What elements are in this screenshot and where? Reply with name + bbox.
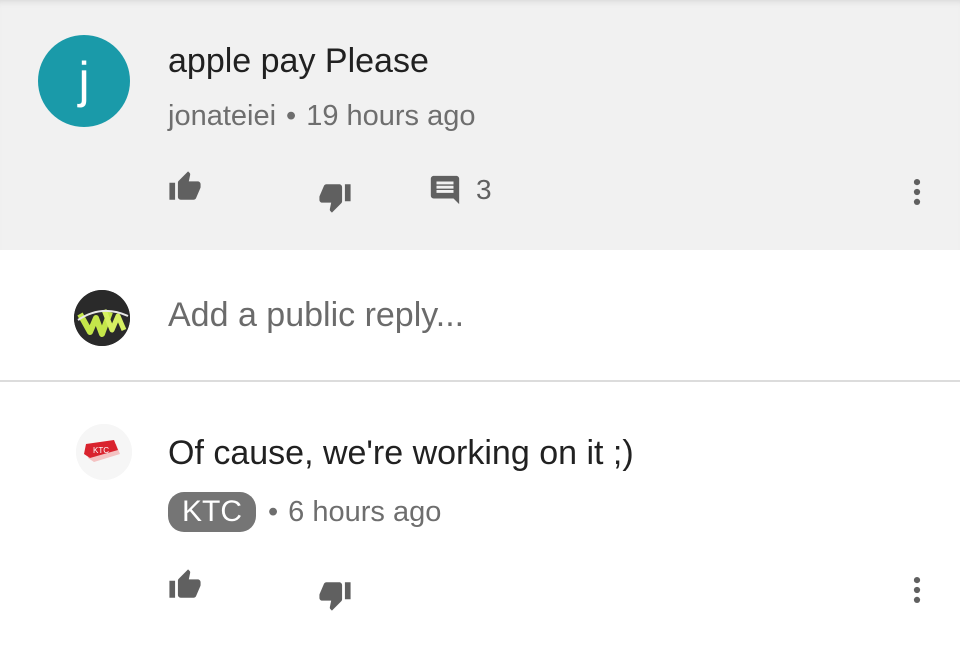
more-vert-icon [913,178,921,206]
reply-menu-button[interactable] [900,572,934,608]
reply-meta: KTC • 6 hours ago [168,492,441,532]
like-button[interactable] [166,170,204,204]
reply-input[interactable]: Add a public reply... [168,296,464,335]
reply-comment: KTC Of cause, we're working on it ;) KTC… [0,382,960,649]
avatar-letter: j [78,52,90,108]
thumbs-down-icon [319,582,351,611]
reply-time[interactable]: 6 hours ago [288,496,441,529]
reply-count: 3 [476,174,492,205]
reply-icon [430,175,460,205]
view-replies-button[interactable]: 3 [428,172,492,208]
thumbs-up-icon [169,171,201,200]
meta-separator: • [268,495,279,528]
comment-thread-root: j apple pay Please jonateiei • 19 hours ag… [0,0,960,250]
thumbs-up-icon [169,569,201,598]
reply-dislike-button[interactable] [316,578,354,612]
user-avatar-logo [74,290,130,346]
comment-text: apple pay Please [168,42,429,80]
reply-input-row: Add a public reply... [0,250,960,382]
thumbs-down-icon [319,184,351,213]
avatar [74,290,130,346]
comment-time[interactable]: 19 hours ago [306,100,475,132]
avatar[interactable]: KTC [76,424,132,480]
dislike-button[interactable] [316,180,354,214]
comment-author[interactable]: jonateiei [168,100,276,132]
reply-author-badge[interactable]: KTC [168,492,256,532]
comment-menu-button[interactable] [900,174,934,210]
more-vert-icon [913,576,921,604]
ktc-logo-text: KTC [93,446,109,455]
reply-text: Of cause, we're working on it ;) [168,434,634,472]
ktc-logo: KTC [76,424,132,480]
avatar[interactable]: j [38,35,130,127]
reply-like-button[interactable] [166,568,204,602]
meta-separator: • [286,100,297,132]
comment-meta: jonateiei • 19 hours ago [168,100,476,133]
